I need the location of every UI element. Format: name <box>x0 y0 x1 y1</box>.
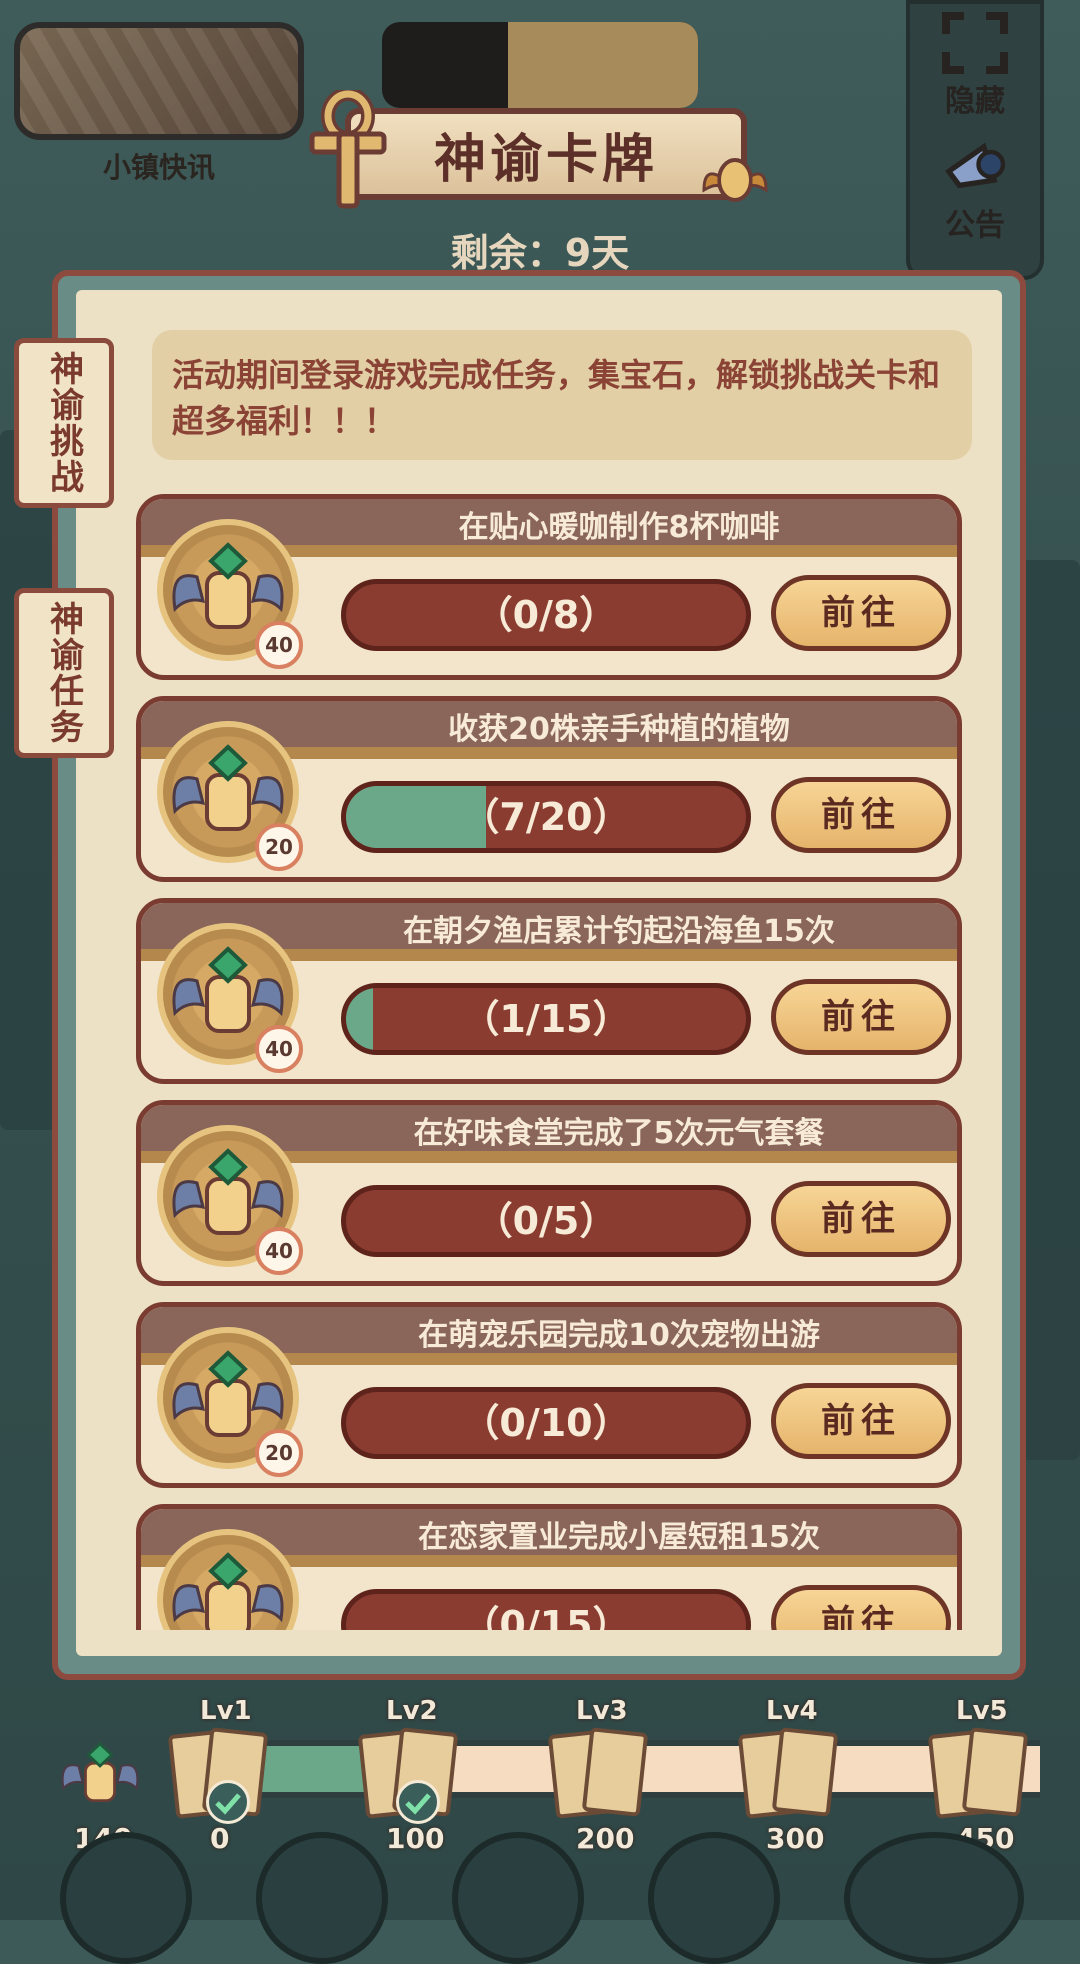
check-icon <box>206 1780 250 1824</box>
current-points-icon <box>50 1730 150 1824</box>
level-label: Lv3 <box>576 1696 628 1726</box>
task-progress-bar: （0/10） <box>341 1387 751 1459</box>
tab-oracle-tasks-label: 神谕任务 <box>43 601 84 745</box>
reward-count: 40 <box>255 1025 303 1073</box>
town-news-label: 小镇快讯 <box>102 151 215 184</box>
go-button[interactable]: 前往 <box>771 1585 951 1630</box>
task-progress-text: （0/10） <box>461 1401 631 1445</box>
reward-count: 20 <box>255 823 303 871</box>
background-building-left <box>0 430 60 1130</box>
scarab-emblem-icon <box>700 150 770 212</box>
town-news-thumbnail[interactable] <box>14 22 304 140</box>
hide-button[interactable]: 隐藏 <box>910 10 1040 120</box>
level-reward-cards[interactable] <box>737 1727 848 1828</box>
task-title: 在朝夕渔店累计钓起沿海鱼15次 <box>403 914 835 949</box>
go-button[interactable]: 前往 <box>771 575 951 651</box>
task-progress-text: （0/8） <box>474 593 618 637</box>
level-label: Lv1 <box>200 1696 252 1726</box>
task-card: 在好味食堂完成了5次元气套餐 40 （0/5） 前往 <box>136 1100 962 1286</box>
megaphone-icon <box>940 134 1010 200</box>
hide-label: 隐藏 <box>945 84 1005 119</box>
task-progress-bar: （0/5） <box>341 1185 751 1257</box>
task-title: 收获20株亲手种植的植物 <box>448 712 790 747</box>
level-threshold: 0 <box>210 1822 230 1855</box>
task-progress-bar: （0/15） <box>341 1589 751 1630</box>
task-progress-text: （0/5） <box>474 1199 618 1243</box>
background-building-right <box>1020 560 1080 1460</box>
nav-more-button[interactable] <box>844 1832 1024 1964</box>
go-button[interactable]: 前往 <box>771 1181 951 1257</box>
task-title: 在好味食堂完成了5次元气套餐 <box>413 1116 825 1151</box>
gem-scarab-icon <box>163 1535 293 1630</box>
go-button[interactable]: 前往 <box>771 1383 951 1459</box>
go-button[interactable]: 前往 <box>771 777 951 853</box>
tab-oracle-challenge-label: 神谕挑战 <box>43 351 84 495</box>
task-card: 在朝夕渔店累计钓起沿海鱼15次 40 （1/15） 前往 <box>136 898 962 1084</box>
remaining-days: 剩余：9天 <box>450 231 630 275</box>
nav-location-button[interactable] <box>648 1832 780 1964</box>
task-progress-text: （0/15） <box>461 1603 631 1630</box>
task-card: 在贴心暖咖制作8杯咖啡 40 （0/8） 前往 <box>136 494 962 680</box>
nav-home-button[interactable] <box>60 1832 192 1964</box>
level-label: Lv5 <box>956 1696 1008 1726</box>
weather-widget[interactable] <box>382 22 698 108</box>
task-progress-text: （7/20） <box>461 795 631 839</box>
task-progress-bar: （7/20） <box>341 781 751 853</box>
task-card: 在恋家置业完成小屋短租15次 （0/15） 前往 <box>136 1504 962 1630</box>
level-reward-cards[interactable] <box>167 1727 278 1828</box>
task-progress-bar: （1/15） <box>341 983 751 1055</box>
level-reward-cards[interactable] <box>357 1727 468 1828</box>
level-threshold: 300 <box>766 1822 825 1855</box>
reward-count: 20 <box>255 1429 303 1477</box>
task-title: 在萌宠乐园完成10次宠物出游 <box>418 1318 820 1353</box>
task-title: 在贴心暖咖制作8杯咖啡 <box>458 510 780 545</box>
tab-oracle-challenge[interactable]: 神谕挑战 <box>14 338 114 508</box>
nav-map-button[interactable] <box>256 1832 388 1964</box>
page-title: 神谕卡牌 <box>433 129 658 190</box>
tab-oracle-tasks[interactable]: 神谕任务 <box>14 588 114 758</box>
level-label: Lv4 <box>766 1696 818 1726</box>
level-threshold: 100 <box>386 1822 445 1855</box>
task-progress-bar: （0/8） <box>341 579 751 651</box>
task-progress-text: （1/15） <box>461 997 631 1041</box>
expand-icon <box>940 10 1010 76</box>
level-threshold: 200 <box>576 1822 635 1855</box>
task-list[interactable]: 在贴心暖咖制作8杯咖啡 40 （0/8） 前往 收获20株亲手种植的植物 20 … <box>136 494 962 1630</box>
go-button[interactable]: 前往 <box>771 979 951 1055</box>
level-reward-cards[interactable] <box>547 1727 658 1828</box>
reward-count: 40 <box>255 621 303 669</box>
reward-count: 40 <box>255 1227 303 1275</box>
task-card: 收获20株亲手种植的植物 20 （7/20） 前往 <box>136 696 962 882</box>
level-reward-cards[interactable] <box>927 1727 1038 1828</box>
level-label: Lv2 <box>386 1696 438 1726</box>
check-icon <box>396 1780 440 1824</box>
task-card: 在萌宠乐园完成10次宠物出游 20 （0/10） 前往 <box>136 1302 962 1488</box>
event-description: 活动期间登录游戏完成任务，集宝石，解锁挑战关卡和超多福利！！！ <box>152 330 972 460</box>
nav-notes-button[interactable] <box>452 1832 584 1964</box>
task-title: 在恋家置业完成小屋短租15次 <box>418 1520 820 1555</box>
